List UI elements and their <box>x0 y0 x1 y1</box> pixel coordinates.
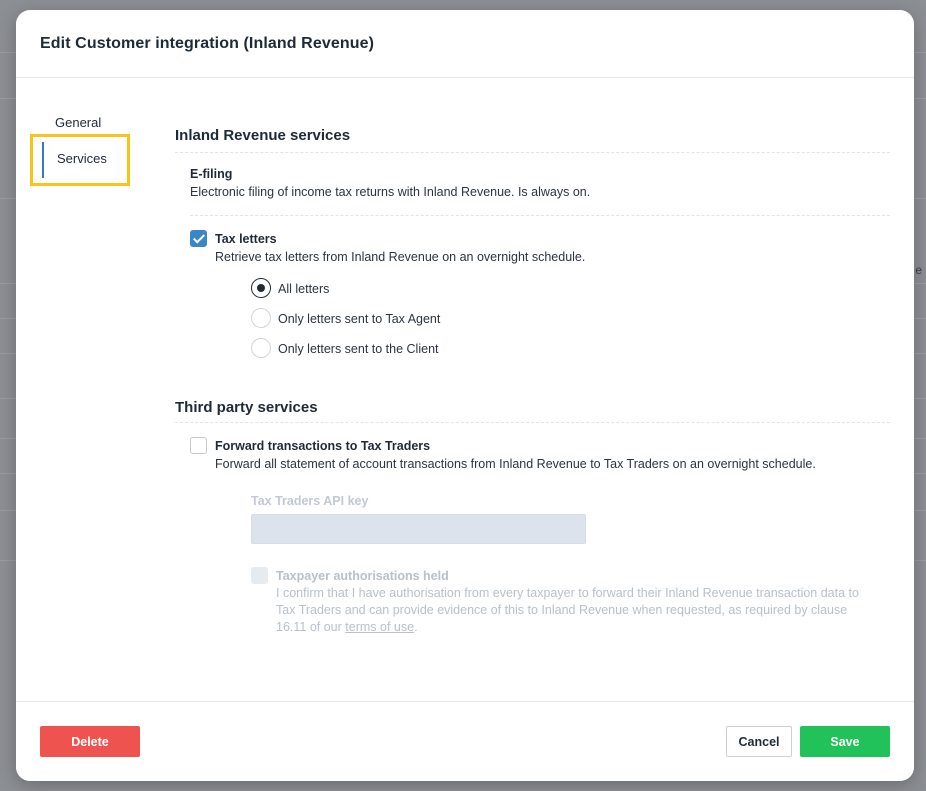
edit-integration-modal: Edit Customer integration (Inland Revenu… <box>16 10 914 781</box>
radio-label-client-letters[interactable]: Only letters sent to the Client <box>278 342 439 356</box>
radio-label-all-letters[interactable]: All letters <box>278 282 329 296</box>
tax-letters-checkbox[interactable] <box>190 230 207 247</box>
authorisations-title: Taxpayer authorisations held <box>276 569 449 583</box>
section-title-third-party: Third party services <box>175 399 318 416</box>
radio-client-letters[interactable] <box>251 338 271 358</box>
radio-label-tax-agent-letters[interactable]: Only letters sent to Tax Agent <box>278 312 440 326</box>
nav-item-services-highlight: Services <box>30 134 130 186</box>
section-title-inland-revenue: Inland Revenue services <box>175 127 351 144</box>
forward-transactions-title: Forward transactions to Tax Traders <box>215 439 431 453</box>
authorisations-text: I confirm that I have authorisation from… <box>276 585 876 636</box>
cancel-button[interactable]: Cancel <box>726 726 792 757</box>
item-divider <box>190 215 890 216</box>
tax-letters-title: Tax letters <box>215 232 277 246</box>
forward-transactions-description: Forward all statement of account transac… <box>215 457 816 471</box>
authorisations-text-end: . <box>414 620 418 634</box>
authorisations-checkbox[interactable] <box>251 567 268 584</box>
forward-transactions-checkbox[interactable] <box>190 437 207 454</box>
api-key-input[interactable] <box>251 514 586 544</box>
nav-item-services[interactable]: Services <box>57 151 107 166</box>
efiling-description: Electronic filing of income tax returns … <box>190 185 591 199</box>
bg-text-fragment: e <box>915 263 922 277</box>
save-button[interactable]: Save <box>800 726 890 757</box>
radio-all-letters[interactable] <box>251 278 271 298</box>
section-divider <box>175 422 890 423</box>
active-indicator <box>42 142 44 178</box>
terms-of-use-link[interactable]: terms of use <box>345 620 414 634</box>
modal-title: Edit Customer integration (Inland Revenu… <box>40 34 375 52</box>
nav-item-general[interactable]: General <box>55 115 101 130</box>
modal-header: Edit Customer integration (Inland Revenu… <box>16 10 914 78</box>
delete-button[interactable]: Delete <box>40 726 140 757</box>
section-divider <box>175 152 890 153</box>
api-key-label: Tax Traders API key <box>251 494 369 508</box>
radio-tax-agent-letters[interactable] <box>251 308 271 328</box>
tax-letters-description: Retrieve tax letters from Inland Revenue… <box>215 250 586 264</box>
modal-footer: Delete Cancel Save <box>16 701 914 781</box>
efiling-title: E-filing <box>190 167 233 181</box>
